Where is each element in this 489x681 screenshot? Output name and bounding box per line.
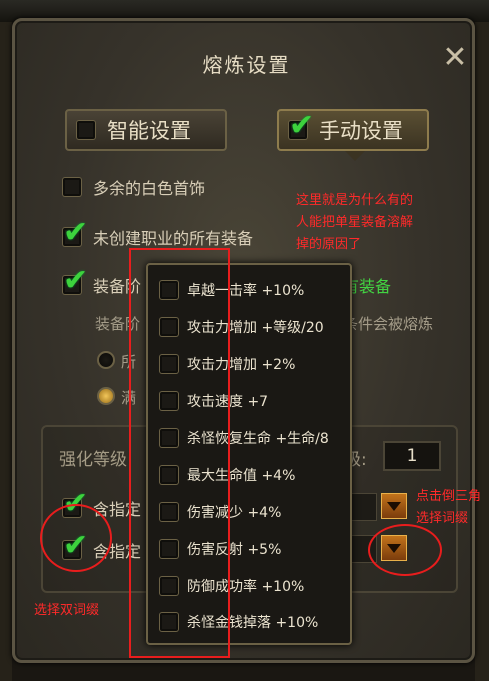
annotation-red-rectangle — [129, 248, 230, 658]
annotation-line: 这里就是为什么有的 — [296, 193, 414, 208]
affix-dropdown-button-1[interactable] — [381, 493, 407, 519]
tab-manual-settings[interactable]: ✔ 手动设置 — [277, 109, 429, 151]
equip-stage-checkbox[interactable]: ✔ — [63, 266, 88, 296]
uncreated-class-label: 未创建职业的所有装备 — [93, 229, 254, 248]
uncreated-class-checkbox[interactable]: ✔ — [63, 218, 88, 248]
radio-all[interactable] — [97, 351, 115, 369]
annotation-red-ellipse-right — [368, 524, 442, 576]
equip-stage-sub-suffix: 条件会被熔炼 — [343, 314, 434, 333]
check-icon: ✔ — [63, 263, 89, 298]
annotation-line: 掉的原因了 — [296, 237, 362, 252]
background-right-edge — [475, 22, 489, 681]
chevron-down-icon — [387, 501, 401, 511]
check-icon: ✔ — [63, 215, 89, 250]
white-jewelry-label: 多余的白色首饰 — [93, 179, 206, 198]
strengthen-level-label: 强化等级: — [59, 450, 133, 470]
radio-meet[interactable] — [97, 387, 115, 405]
close-icon[interactable]: ✕ — [440, 43, 470, 73]
dialog-title: 熔炼设置 — [202, 53, 291, 77]
tab-manual-label: 手动设置 — [319, 119, 403, 143]
annotation-left-note: 选择双词缀 — [34, 603, 100, 618]
annotation-red-ellipse-left — [40, 504, 112, 572]
tab-manual-checkbox[interactable]: ✔ — [289, 111, 314, 141]
append-level-input[interactable]: 1 — [383, 441, 441, 471]
annotation-right-note: 点击倒三角 选择词缀 — [416, 486, 481, 530]
equip-stage-sub-suffix-row: 条件会被熔炼 — [343, 311, 433, 335]
background-left-edge — [0, 22, 12, 681]
tab-smart-label: 智能设置 — [107, 119, 191, 143]
annotation-line: 点击倒三角 — [416, 489, 482, 504]
check-icon: ✔ — [289, 108, 315, 143]
option-uncreated-class[interactable]: ✔ 未创建职业的所有装备 — [63, 218, 254, 249]
annotation-line: 人能把单星装备溶解 — [296, 215, 414, 230]
annotation-line: 选择词缀 — [416, 511, 469, 526]
option-white-jewelry[interactable]: 多余的白色首饰 — [63, 175, 205, 199]
tab-smart-settings[interactable]: 智能设置 — [65, 109, 227, 151]
white-jewelry-checkbox[interactable] — [63, 178, 81, 196]
tab-smart-checkbox[interactable] — [77, 121, 95, 139]
annotation-top-note: 这里就是为什么有的 人能把单星装备溶解 掉的原因了 — [296, 190, 413, 256]
active-tab-pointer — [345, 151, 365, 161]
